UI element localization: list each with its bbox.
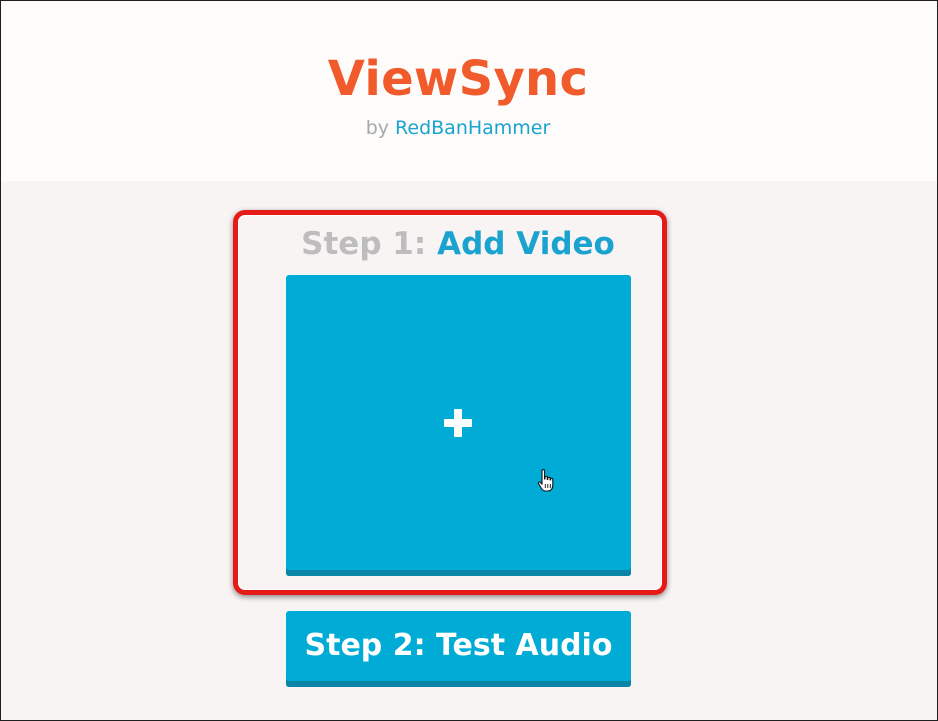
step1-action: Add Video <box>437 226 615 262</box>
step1-title: Step 1: Add Video <box>1 223 915 265</box>
byline-prefix: by <box>365 117 389 139</box>
app-window: ViewSync by RedBanHammer Step 1: Add Vid… <box>0 0 938 721</box>
hand-cursor-icon <box>537 469 554 492</box>
header: ViewSync by RedBanHammer <box>1 1 937 181</box>
byline: by RedBanHammer <box>1 115 915 141</box>
add-video-button[interactable] <box>286 275 631 576</box>
plus-icon <box>444 409 472 437</box>
author-link[interactable]: RedBanHammer <box>395 117 550 139</box>
test-audio-button[interactable]: Step 2: Test Audio <box>286 611 631 687</box>
step1-prefix: Step 1: <box>301 226 427 262</box>
app-title: ViewSync <box>327 51 589 107</box>
